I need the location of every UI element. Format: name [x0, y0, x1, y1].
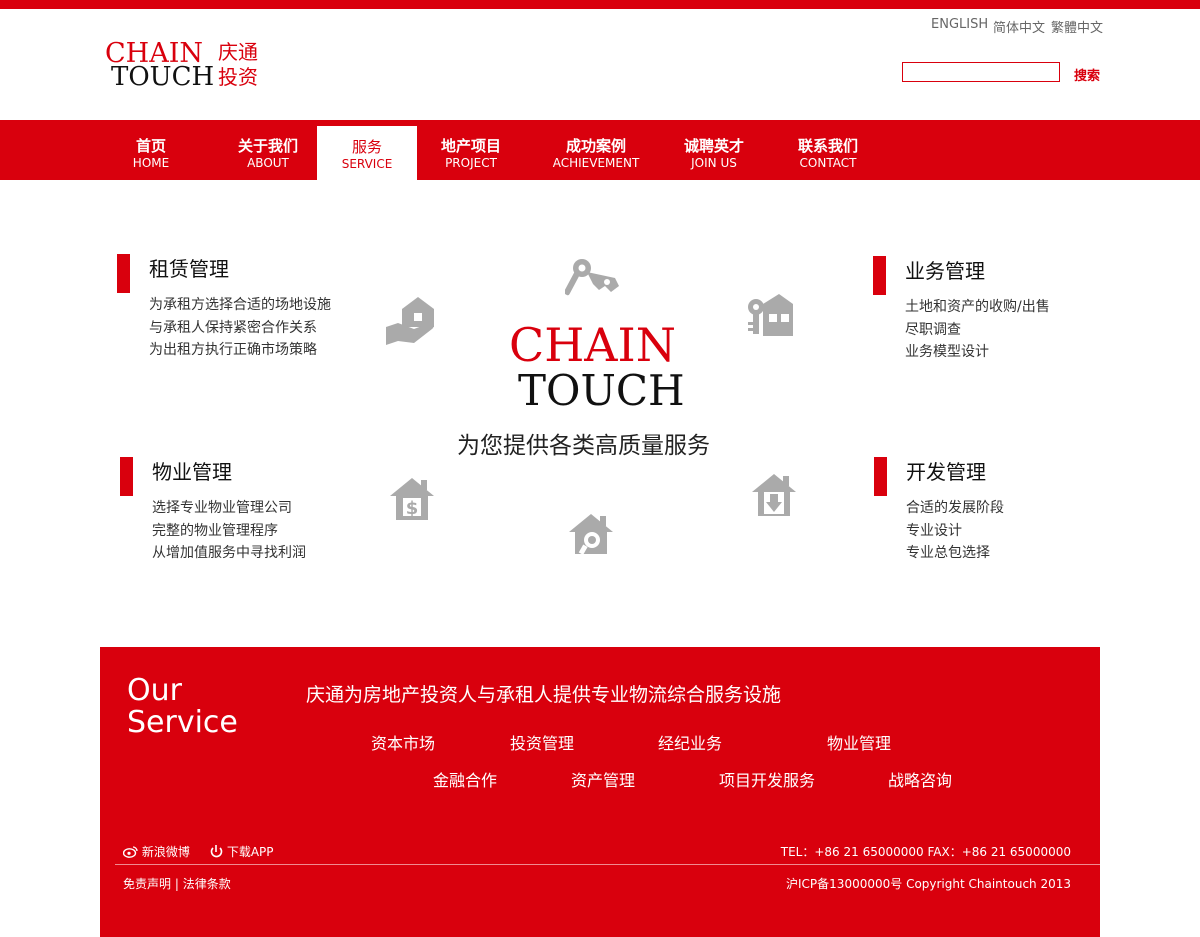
keys-icon	[565, 259, 619, 296]
nav-label-cn: 服务	[351, 138, 382, 156]
footer-link-property-management[interactable]: 物业管理	[827, 730, 891, 754]
section-marker	[873, 256, 886, 295]
footer-link-asset-management[interactable]: 资产管理	[571, 767, 635, 791]
house-lock-icon	[748, 294, 793, 336]
footer: Our Service 庆通为房地产投资人与承租人提供专业物流综合服务设施 资本…	[100, 647, 1100, 937]
our-service-line1: Our	[127, 673, 182, 708]
center-logo: CHAIN TOUCH	[509, 322, 689, 417]
nav-label-cn: 成功案例	[565, 137, 626, 155]
footer-link-capital-markets[interactable]: 资本市场	[371, 730, 435, 754]
center-logo-touch: TOUCH	[518, 366, 685, 415]
section-marker	[120, 457, 133, 496]
nav-label-cn: 首页	[135, 137, 166, 155]
search-button[interactable]: 搜索	[1074, 65, 1100, 84]
download-app-link[interactable]: 下载APP	[210, 843, 274, 860]
leasing-line: 与承租人保持紧密合作关系	[149, 320, 317, 336]
legal-terms-link[interactable]: 法律条款	[183, 877, 231, 891]
leasing-line: 为承租方选择合适的场地设施	[149, 297, 331, 313]
svg-text:$: $	[406, 498, 419, 519]
footer-legal-links: 免责声明 | 法律条款	[123, 875, 231, 892]
weibo-icon	[122, 846, 138, 858]
development-line: 专业设计	[906, 523, 962, 539]
nav-label-en: CONTACT	[799, 156, 857, 170]
section-marker	[117, 254, 130, 293]
business-title[interactable]: 业务管理	[905, 255, 985, 284]
lang-simplified-link[interactable]: 简体中文	[993, 17, 1045, 36]
legal-separator: |	[174, 877, 183, 891]
development-line: 专业总包选择	[906, 545, 990, 561]
our-service-heading: Our Service	[127, 675, 238, 739]
top-accent-bar	[0, 0, 1200, 9]
nav-label-en: ABOUT	[247, 156, 289, 170]
nav-item-home[interactable]: 首页 HOME	[112, 120, 190, 180]
nav-label-en: JOIN US	[691, 156, 737, 170]
our-service-line2: Service	[127, 705, 238, 740]
nav-label-cn: 联系我们	[797, 137, 858, 155]
logo-cn-line1: 庆通	[218, 40, 258, 64]
logo-chinese: 庆通 投资	[218, 40, 268, 90]
nav-label-cn: 诚聘英才	[683, 137, 744, 155]
footer-link-strategy-consulting[interactable]: 战略咨询	[888, 767, 952, 791]
weibo-link[interactable]: 新浪微博	[122, 843, 190, 860]
center-logo-chain: CHAIN	[509, 318, 676, 372]
nav-item-achievement[interactable]: 成功案例 ACHIEVEMENT	[545, 120, 647, 180]
nav-label-cn: 关于我们	[237, 137, 298, 155]
property-line: 完整的物业管理程序	[152, 523, 278, 539]
property-line: 选择专业物业管理公司	[152, 500, 292, 516]
property-title[interactable]: 物业管理	[152, 456, 232, 485]
house-search-icon	[569, 514, 613, 555]
weibo-label: 新浪微博	[141, 845, 190, 859]
footer-copyright: 沪ICP备13000000号 Copyright Chaintouch 2013	[786, 877, 1071, 891]
business-line: 土地和资产的收购/出售	[905, 299, 1050, 315]
nav-label-en: SERVICE	[341, 157, 393, 171]
nav-label-en: PROJECT	[445, 156, 497, 170]
house-download-icon	[752, 474, 796, 516]
nav-label-en: HOME	[132, 156, 170, 170]
lang-english-link[interactable]: ENGLISH	[931, 17, 988, 32]
development-line: 合适的发展阶段	[906, 500, 1004, 516]
download-app-label: 下载APP	[226, 845, 274, 859]
search-input[interactable]	[902, 62, 1060, 82]
house-in-hand-icon	[386, 297, 434, 345]
nav-item-service[interactable]: 服务 SERVICE	[317, 126, 417, 180]
footer-link-project-development[interactable]: 项目开发服务	[719, 767, 815, 791]
nav-item-project[interactable]: 地产项目 PROJECT	[425, 120, 517, 180]
logo-line-touch: TOUCH	[111, 62, 215, 92]
nav-label-en: ACHIEVEMENT	[552, 156, 640, 170]
business-line: 业务模型设计	[905, 344, 989, 360]
nav-label-cn: 地产项目	[440, 137, 501, 155]
business-line: 尽职调查	[905, 322, 961, 338]
development-title[interactable]: 开发管理	[906, 456, 986, 485]
logo-cn-line2: 投资	[218, 65, 258, 89]
service-tagline: 为您提供各类高质量服务	[457, 433, 710, 459]
footer-link-brokerage[interactable]: 经纪业务	[658, 730, 722, 754]
footer-link-investment-management[interactable]: 投资管理	[510, 730, 574, 754]
house-dollar-icon: $	[390, 478, 434, 520]
nav-item-contact[interactable]: 联系我们 CONTACT	[782, 120, 874, 180]
main-nav: 首页 HOME 关于我们 ABOUT 服务 SERVICE 地产项目 PROJE…	[0, 120, 1200, 180]
nav-item-join-us[interactable]: 诚聘英才 JOIN US	[669, 120, 759, 180]
leasing-line: 为出租方执行正确市场策略	[149, 342, 317, 358]
footer-link-financial-cooperation[interactable]: 金融合作	[433, 767, 497, 791]
property-line: 从增加值服务中寻找利润	[152, 545, 306, 561]
nav-item-about[interactable]: 关于我们 ABOUT	[222, 120, 314, 180]
leasing-title[interactable]: 租赁管理	[149, 253, 229, 282]
footer-contact-info: TEL：+86 21 65000000 FAX：+86 21 65000000	[780, 845, 1071, 859]
footer-headline: 庆通为房地产投资人与承租人提供专业物流综合服务设施	[306, 684, 782, 706]
lang-traditional-link[interactable]: 繁體中文	[1051, 17, 1103, 36]
site-logo[interactable]: CHAIN TOUCH 庆通 投资	[105, 38, 275, 94]
app-download-icon	[210, 845, 223, 858]
section-marker	[874, 457, 887, 496]
footer-divider	[115, 864, 1100, 865]
disclaimer-link[interactable]: 免责声明	[123, 877, 171, 891]
